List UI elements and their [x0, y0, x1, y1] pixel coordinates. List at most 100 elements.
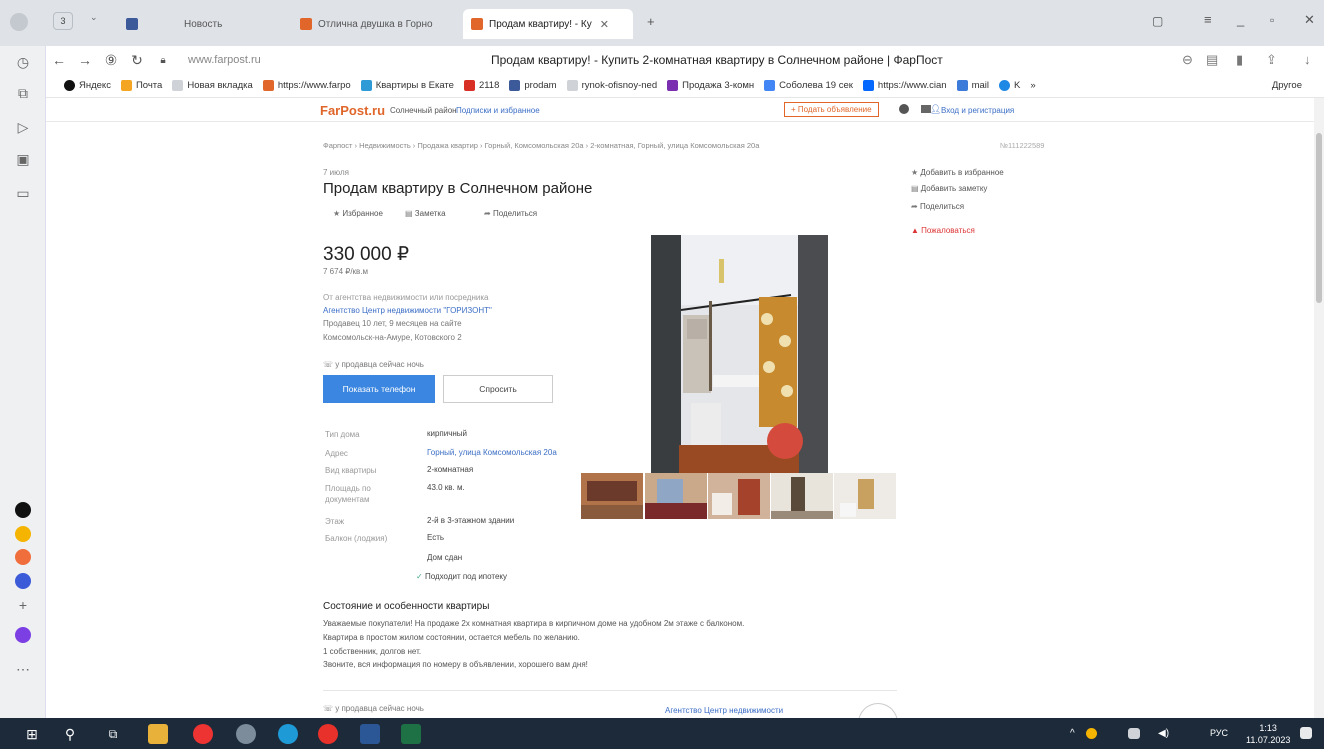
bookmark-item[interactable]: https://www.farpo: [262, 80, 351, 91]
task-view-icon[interactable]: ⧉: [103, 724, 123, 744]
site-logo[interactable]: FarPost.ru: [320, 103, 385, 118]
ask-button[interactable]: Спросить: [443, 375, 553, 403]
search-icon[interactable]: ⚲: [60, 724, 80, 744]
bookmark-item[interactable]: Почта: [120, 80, 162, 91]
word-icon[interactable]: [360, 724, 380, 744]
add-note-link[interactable]: ▤ Добавить заметку: [911, 184, 987, 193]
collections-icon[interactable]: ▢: [1152, 14, 1163, 28]
excel-icon[interactable]: [401, 724, 421, 744]
reader-icon[interactable]: ⊖: [1182, 52, 1193, 68]
address-link[interactable]: Горный, улица Комсомольская 20а: [427, 448, 557, 457]
bookmark-item[interactable]: mail: [956, 80, 989, 91]
app-icon-1[interactable]: [15, 502, 31, 518]
prop-value: кирпичный: [427, 429, 468, 438]
notifications-icon[interactable]: [1300, 727, 1312, 739]
room-thumb: [708, 473, 770, 519]
add-favorite-link[interactable]: ★ Добавить в избранное: [911, 168, 1004, 177]
minimize-icon[interactable]: _: [1237, 12, 1244, 27]
chevron-down-icon[interactable]: ⌄: [90, 12, 98, 23]
url-field[interactable]: www.farpost.ru: [188, 54, 261, 66]
thumbnail[interactable]: [645, 473, 707, 519]
help-icon[interactable]: [899, 104, 909, 114]
restore-icon[interactable]: ▫: [1270, 13, 1274, 27]
share-link[interactable]: ➦ Поделиться: [911, 202, 964, 211]
subscriptions-link[interactable]: Подписки и избранное: [456, 106, 540, 115]
tab-active-listing[interactable]: Продам квартиру! - Ку ✕: [463, 9, 633, 39]
download-icon[interactable]: ↓: [1304, 52, 1311, 67]
app-icon-2[interactable]: [15, 526, 31, 542]
share-button[interactable]: ➦ Поделиться: [484, 209, 537, 218]
bookmarks-more-icon[interactable]: »: [1030, 80, 1035, 91]
agency-link[interactable]: Агентство Центр недвижимости "ГОРИЗОНТ": [323, 306, 492, 315]
prop-value: 2-й в 3-этажном здании: [427, 516, 515, 525]
reload-icon[interactable]: ↻: [124, 52, 150, 69]
screenshot-icon[interactable]: ▭: [14, 184, 32, 202]
thumbnail[interactable]: [771, 473, 833, 519]
app-icon[interactable]: [236, 724, 256, 744]
tray-app-icon[interactable]: [1086, 728, 1097, 739]
more-icon[interactable]: ⋯: [14, 660, 32, 678]
scroll-thumb[interactable]: [1316, 133, 1322, 303]
forward-icon[interactable]: →: [72, 52, 98, 68]
app-icon-3[interactable]: [15, 549, 31, 565]
tab-counter[interactable]: 3: [53, 12, 73, 30]
counter-icon[interactable]: ▣: [14, 150, 32, 168]
page-title: Продам квартиру! - Купить 2-комнатная кв…: [491, 53, 943, 67]
yandex-icon[interactable]: [318, 724, 338, 744]
close-tab-icon[interactable]: ✕: [600, 18, 609, 31]
bookmark-item[interactable]: https://www.cian: [862, 80, 947, 91]
show-phone-button[interactable]: Показать телефон: [323, 375, 435, 403]
bookmarks-other[interactable]: Другое: [1272, 80, 1302, 91]
tabs-icon[interactable]: ⧉: [14, 84, 32, 102]
tab-title: Продам квартиру! - Ку: [489, 18, 592, 30]
login-link[interactable]: Вход и регистрация: [941, 106, 1014, 115]
alice-icon[interactable]: [15, 627, 31, 643]
bookmark-item[interactable]: Соболева 19 сек: [764, 80, 853, 91]
bookmark-item[interactable]: Квартиры в Екате: [360, 80, 454, 91]
report-link[interactable]: ▲ Пожаловаться: [911, 226, 975, 235]
breadcrumb[interactable]: Фарпост › Недвижимость › Продажа квартир…: [323, 141, 759, 150]
close-window-icon[interactable]: ✕: [1304, 12, 1315, 28]
language-indicator[interactable]: РУС: [1210, 728, 1228, 738]
clock[interactable]: 1:13 11.07.2023: [1246, 722, 1290, 746]
tab-news[interactable]: Новость: [118, 9, 278, 39]
share-icon[interactable]: ⇪: [1266, 52, 1277, 68]
app-icon-4[interactable]: [15, 573, 31, 589]
bookmark-item[interactable]: Продажа 3-комн: [667, 80, 754, 91]
edge-icon[interactable]: [278, 724, 298, 744]
profile-icon[interactable]: [10, 13, 28, 31]
region-link[interactable]: Солнечный район: [390, 106, 457, 115]
thumbnail[interactable]: [708, 473, 770, 519]
network-icon[interactable]: [1128, 728, 1140, 739]
bookmark-item[interactable]: rynok-ofisnoy-ned: [566, 80, 657, 91]
post-ad-button[interactable]: + Подать объявление: [784, 102, 879, 117]
page-scrollbar[interactable]: [1314, 98, 1324, 718]
note-button[interactable]: ▤ Заметка: [405, 209, 446, 218]
thumbnail[interactable]: [834, 473, 896, 519]
bookmark-item[interactable]: K: [998, 80, 1020, 91]
explorer-icon[interactable]: [148, 724, 168, 744]
bookmark-item[interactable]: Новая вкладка: [172, 80, 253, 91]
footer-agency-link[interactable]: Агентство Центр недвижимости: [665, 706, 783, 715]
play-icon[interactable]: ▷: [14, 118, 32, 136]
house-status: Дом сдан: [427, 553, 463, 562]
bookmark-item[interactable]: prodam: [509, 80, 557, 91]
history-icon[interactable]: ◷: [14, 53, 32, 71]
protect-icon[interactable]: ▤: [1206, 52, 1218, 68]
listing-photo[interactable]: [651, 235, 828, 473]
yandex-browser-icon[interactable]: [193, 724, 213, 744]
thumbnail[interactable]: [581, 473, 643, 519]
add-app-icon[interactable]: +: [14, 596, 32, 614]
back-icon[interactable]: ←: [46, 52, 72, 68]
bookmark-item[interactable]: 2118: [463, 80, 499, 91]
windows-start-icon[interactable]: ⊞: [22, 724, 42, 744]
menu-icon[interactable]: ≡: [1204, 12, 1212, 27]
favorite-button[interactable]: ★ Избранное: [333, 209, 383, 218]
volume-icon[interactable]: ◀): [1158, 724, 1178, 744]
tab-apartment[interactable]: Отлична двушка в Горно: [292, 9, 458, 39]
phone-icon: ☏: [323, 360, 334, 369]
bookmark-item[interactable]: Яндекс: [64, 80, 111, 91]
new-tab-icon[interactable]: +: [647, 14, 655, 29]
yandex-icon[interactable]: ⑨: [98, 52, 124, 69]
bookmark-icon[interactable]: ▮: [1236, 52, 1243, 68]
